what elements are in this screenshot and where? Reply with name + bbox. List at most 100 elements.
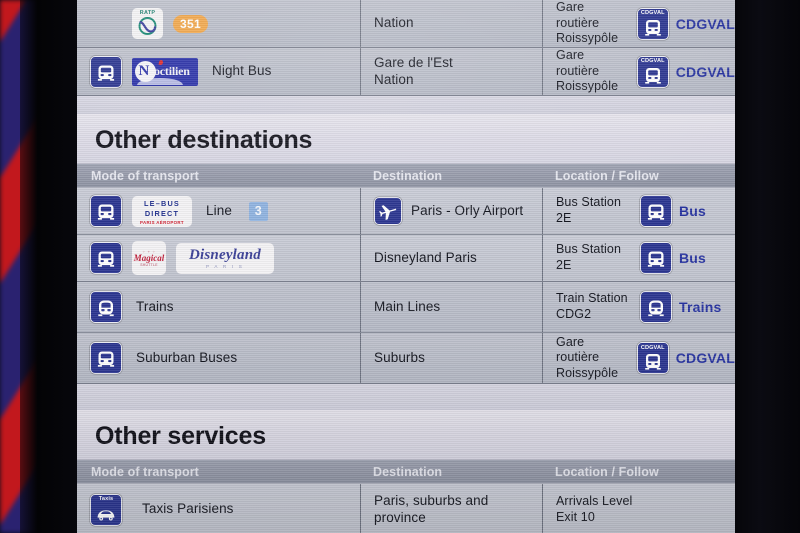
cell-mode-of-transport: RATP 351	[77, 0, 360, 47]
screen-bezel-left	[20, 0, 78, 533]
location-text: Arrivals Level Exit 10	[556, 493, 633, 524]
cell-mode-of-transport: Trains	[77, 282, 360, 332]
cell-location-follow: Gare routière Roissypôle CDGVAL CDGVAL	[542, 0, 735, 47]
cell-location-follow: Bus Station 2E Bus	[542, 235, 735, 281]
section-title: Other services	[95, 422, 266, 450]
cdgval-train-icon: CDGVAL	[636, 342, 669, 374]
mode-label: Suburban Buses	[136, 349, 238, 365]
column-header-mode: Mode of transport	[91, 168, 199, 183]
photograph-of-information-screen: RATP 351 Nation Gare routière Roissypôle …	[0, 0, 800, 533]
ratp-logo: RATP	[132, 8, 163, 39]
bus-icon	[90, 195, 122, 227]
section-header-other-destinations: Other destinations	[77, 114, 735, 164]
cell-location-follow: Arrivals Level Exit 10	[542, 484, 735, 533]
column-header-destination: Destination	[373, 168, 443, 183]
location-text: Gare routière Roissypôle	[556, 48, 619, 94]
follow-label: Trains	[679, 299, 722, 315]
route-number-badge: 351	[173, 14, 208, 33]
column-header-mode: Mode of transport	[91, 464, 199, 479]
bus-icon	[90, 242, 122, 274]
cell-destination: Disneyland Paris	[360, 235, 542, 281]
bus-front-glyph	[97, 65, 115, 81]
cell-destination: Nation	[360, 0, 542, 47]
cell-destination: Gare de l'Est Nation	[360, 48, 542, 95]
information-display-panel: RATP 351 Nation Gare routière Roissypôle …	[77, 0, 735, 533]
bus-icon	[640, 195, 672, 227]
location-text: Bus Station 2E	[556, 242, 622, 272]
train-icon	[640, 291, 672, 323]
train-front-glyph	[644, 354, 661, 370]
destination-text: Nation	[374, 15, 414, 31]
noctilien-logo: N octilien	[132, 57, 198, 86]
column-header-row: Mode of transport Destination Location /…	[77, 460, 735, 484]
location-text: Train Station CDG2	[556, 291, 628, 321]
cdgval-icon-caption: CDGVAL	[640, 10, 665, 16]
table-row[interactable]: Taxis Taxis Parisiens Paris, suburbs and…	[77, 484, 735, 533]
cell-destination: Main Lines	[360, 282, 542, 332]
section-gap	[77, 96, 735, 114]
disneyland-logo-text: Disneyland	[188, 246, 261, 263]
follow-label: CDGVAL	[675, 15, 735, 32]
mode-label: Line	[206, 202, 232, 218]
noctilien-initial: N	[138, 62, 150, 79]
table-row[interactable]: ✧ ✦ ✧ Magical SHUTTLE Disneyland P A R I…	[77, 235, 735, 282]
cell-destination: Suburbs	[360, 333, 542, 383]
table-row[interactable]: RATP 351 Nation Gare routière Roissypôle …	[77, 0, 735, 48]
train-front-glyph	[98, 300, 114, 317]
column-header-destination: Destination	[373, 464, 443, 479]
location-text: Gare routière Roissypôle	[556, 334, 619, 380]
cell-mode-of-transport: Taxis Taxis Parisiens	[77, 484, 360, 533]
follow-label: CDGVAL	[675, 63, 735, 80]
bus-front-glyph	[647, 251, 665, 267]
train-front-glyph	[644, 19, 661, 36]
cell-mode-of-transport: N octilien Night Bus	[77, 48, 360, 95]
section-gap	[77, 384, 735, 410]
table-row[interactable]: Suburban Buses Suburbs Gare routière Rois…	[77, 333, 735, 384]
destination-text: Paris - Orly Airport	[411, 202, 524, 218]
train-front-glyph	[644, 67, 661, 84]
mode-label: Trains	[136, 298, 174, 314]
line-number-badge: 3	[248, 201, 268, 221]
disneyland-logo-subtext: P A R I S	[205, 263, 245, 269]
follow-label: CDGVAL	[675, 350, 735, 366]
cell-location-follow: Gare routière Roissypôle CDGVAL CDGVAL	[542, 333, 735, 383]
magical-shuttle-text: Magical	[133, 252, 165, 263]
destination-text: Paris, suburbs and province	[374, 492, 489, 525]
bus-icon	[640, 242, 672, 274]
airplane-glyph	[378, 204, 396, 220]
table-row[interactable]: Trains Main Lines Train Station CDG2 Tra…	[77, 282, 735, 333]
train-front-glyph	[648, 300, 664, 317]
airplane-icon	[374, 197, 402, 225]
bus-front-glyph	[97, 204, 115, 220]
le-bus-direct-line3: PARIS AÉROPORT	[140, 219, 184, 225]
noctilien-logo-text: octilien	[154, 64, 190, 78]
location-text: Gare routière Roissypôle	[556, 0, 619, 46]
destination-text: Gare de l'Est Nation	[374, 54, 453, 87]
table-row[interactable]: N octilien Night Bus Gare de l'Est Nation…	[77, 48, 735, 96]
table-row[interactable]: LE–BUS DIRECT PARIS AÉROPORT Line 3 Pari…	[77, 188, 735, 235]
section-title: Other destinations	[95, 126, 313, 154]
cell-location-follow: Bus Station 2E Bus	[542, 188, 735, 234]
mode-label: Taxis Parisiens	[142, 501, 234, 517]
follow-label: Bus	[679, 250, 707, 266]
cdgval-icon-caption: CDGVAL	[640, 344, 665, 351]
taxi-icon-caption: Taxis	[98, 496, 114, 502]
le-bus-direct-logo: LE–BUS DIRECT PARIS AÉROPORT	[132, 195, 192, 227]
cell-location-follow: Gare routière Roissypôle CDGVAL CDGVAL	[542, 48, 735, 95]
ratp-logo-text: RATP	[139, 9, 156, 16]
screen-bezel-right	[735, 0, 800, 533]
taxi-icon: Taxis	[90, 493, 122, 526]
cdgval-icon-caption: CDGVAL	[640, 58, 665, 64]
disneyland-paris-logo: Disneyland P A R I S	[176, 242, 274, 274]
cell-destination: Paris - Orly Airport	[360, 188, 542, 234]
ratp-river-glyph	[138, 17, 157, 35]
train-icon	[90, 291, 122, 323]
column-header-location: Location / Follow	[555, 168, 659, 183]
magical-shuttle-logo: ✧ ✦ ✧ Magical SHUTTLE	[132, 241, 166, 275]
mode-label: Night Bus	[212, 63, 272, 79]
cell-mode-of-transport: Suburban Buses	[77, 333, 360, 383]
bus-front-glyph	[97, 251, 115, 267]
bus-front-glyph	[97, 351, 115, 367]
le-bus-direct-line1: LE–BUS	[144, 199, 180, 209]
section-header-other-services: Other services	[77, 410, 735, 460]
